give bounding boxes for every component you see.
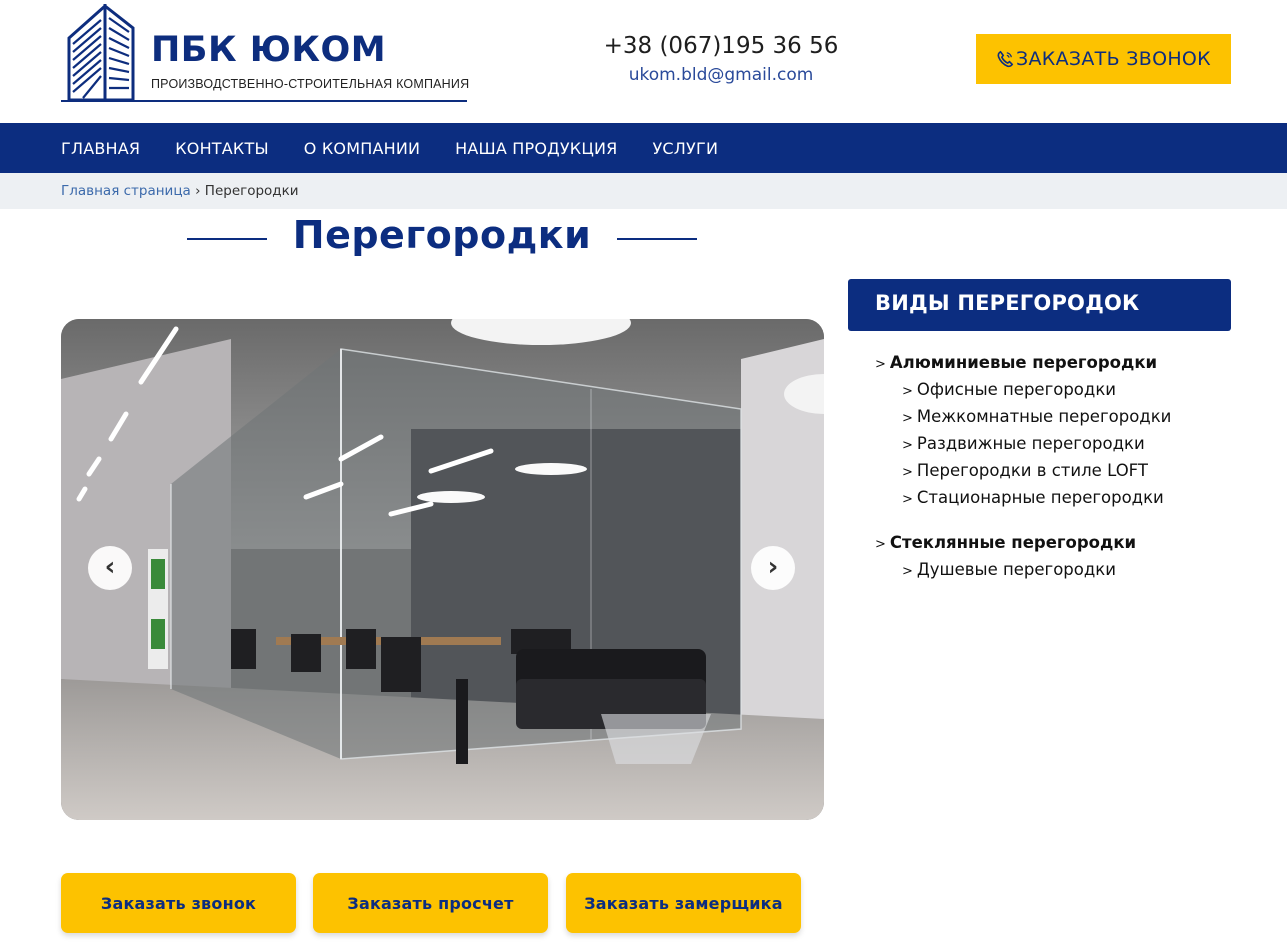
nav-item-contacts[interactable]: КОНТАКТЫ [175, 139, 269, 158]
list-marker: > [902, 564, 913, 579]
nav-item-products[interactable]: НАША ПРОДУКЦИЯ [455, 139, 617, 158]
sidebar-link-label: Стационарные перегородки [916, 488, 1164, 507]
breadcrumb: Главная страница › Перегородки [61, 183, 299, 199]
list-marker: > [902, 411, 913, 426]
order-estimate-button[interactable]: Заказать просчет [313, 873, 548, 933]
sidebar-group-glass: > Стеклянные перегородки > Душевые перегор… [875, 530, 1235, 584]
list-marker: > [902, 438, 913, 453]
sidebar-link-stationary[interactable]: > Стационарные перегородки [875, 485, 1235, 512]
sidebar-link-sliding[interactable]: > Раздвижные перегородки [875, 431, 1235, 458]
sidebar-link-interroom[interactable]: > Межкомнатные перегородки [875, 404, 1235, 431]
order-measurer-label: Заказать замерщика [584, 893, 783, 913]
list-marker: > [875, 537, 886, 552]
breadcrumb-current: Перегородки [204, 183, 299, 199]
company-logo[interactable]: ПБК ЮКОМ ПРОИЗВОДСТВЕННО-СТРОИТЕЛЬНАЯ КО… [61, 4, 471, 104]
sidebar-link-office[interactable]: > Офисные перегородки [875, 377, 1235, 404]
title-divider-right [617, 238, 697, 240]
slider-next-button[interactable]: › [751, 546, 795, 590]
sidebar-link-label: Раздвижные перегородки [916, 434, 1145, 453]
order-call-label: ЗАКАЗАТЬ ЗВОНОК [1016, 48, 1211, 70]
sidebar-link-loft[interactable]: > Перегородки в стиле LOFT [875, 458, 1235, 485]
breadcrumb-bar: Главная страница › Перегородки [0, 173, 1287, 209]
sidebar-link-label: Межкомнатные перегородки [916, 407, 1172, 426]
sidebar-heading-text: ВИДЫ ПЕРЕГОРОДОК [875, 291, 1140, 315]
sidebar-link-label: Стеклянные перегородки [889, 533, 1137, 552]
office-glass-partition-photo [61, 319, 824, 820]
image-slider[interactable]: ‹ › [61, 319, 824, 820]
phone-number[interactable]: +38 (067)195 36 56 [560, 30, 882, 62]
nav-item-about[interactable]: О КОМПАНИИ [304, 139, 420, 158]
list-marker: > [902, 492, 913, 507]
sidebar-link-label: Офисные перегородки [916, 380, 1117, 399]
sidebar-link-aluminum[interactable]: > Алюминиевые перегородки [875, 350, 1235, 377]
sidebar-group-aluminum: > Алюминиевые перегородки > Офисные перего… [875, 350, 1235, 512]
slider-prev-button[interactable]: ‹ [88, 546, 132, 590]
email-link[interactable]: ukom.bld@gmail.com [560, 62, 882, 88]
main-nav: ГЛАВНАЯ КОНТАКТЫ О КОМПАНИИ НАША ПРОДУКЦ… [0, 123, 1287, 173]
list-marker: > [875, 357, 886, 372]
sidebar-link-glass[interactable]: > Стеклянные перегородки [875, 530, 1235, 557]
order-estimate-label: Заказать просчет [347, 893, 514, 913]
order-call-button[interactable]: ЗАКАЗАТЬ ЗВОНОК [976, 34, 1231, 84]
sidebar-link-label: Перегородки в стиле LOFT [916, 461, 1148, 480]
logo-subtitle: ПРОИЗВОДСТВЕННО-СТРОИТЕЛЬНАЯ КОМПАНИЯ [151, 77, 470, 91]
sidebar-link-label: Алюминиевые перегородки [889, 353, 1158, 372]
nav-item-services[interactable]: УСЛУГИ [652, 139, 718, 158]
logo-underline [61, 100, 467, 102]
order-call-action-label: Заказать звонок [100, 893, 257, 913]
sidebar-heading: ВИДЫ ПЕРЕГОРОДОК [848, 279, 1231, 331]
chevron-left-icon: ‹ [104, 551, 116, 582]
nav-item-home[interactable]: ГЛАВНАЯ [61, 139, 140, 158]
order-call-action-button[interactable]: Заказать звонок [61, 873, 296, 933]
phone-icon [997, 50, 1014, 68]
breadcrumb-home-link[interactable]: Главная страница [61, 183, 191, 199]
breadcrumb-separator: › [195, 183, 201, 199]
order-measurer-button[interactable]: Заказать замерщика [566, 873, 801, 933]
chevron-right-icon: › [767, 551, 779, 582]
partition-types-list: > Алюминиевые перегородки > Офисные перего… [875, 350, 1235, 602]
site-header: ПБК ЮКОМ ПРОИЗВОДСТВЕННО-СТРОИТЕЛЬНАЯ КО… [0, 0, 1287, 123]
building-logo-icon [67, 4, 135, 102]
list-marker: > [902, 465, 913, 480]
sidebar-link-shower[interactable]: > Душевые перегородки [875, 557, 1235, 584]
logo-title: ПБК ЮКОМ [151, 30, 387, 70]
page-title-block: Перегородки [187, 210, 697, 266]
page-title: Перегородки [292, 213, 592, 257]
list-marker: > [902, 384, 913, 399]
sidebar-link-label: Душевые перегородки [916, 560, 1116, 579]
header-contacts: +38 (067)195 36 56 ukom.bld@gmail.com [560, 30, 882, 88]
